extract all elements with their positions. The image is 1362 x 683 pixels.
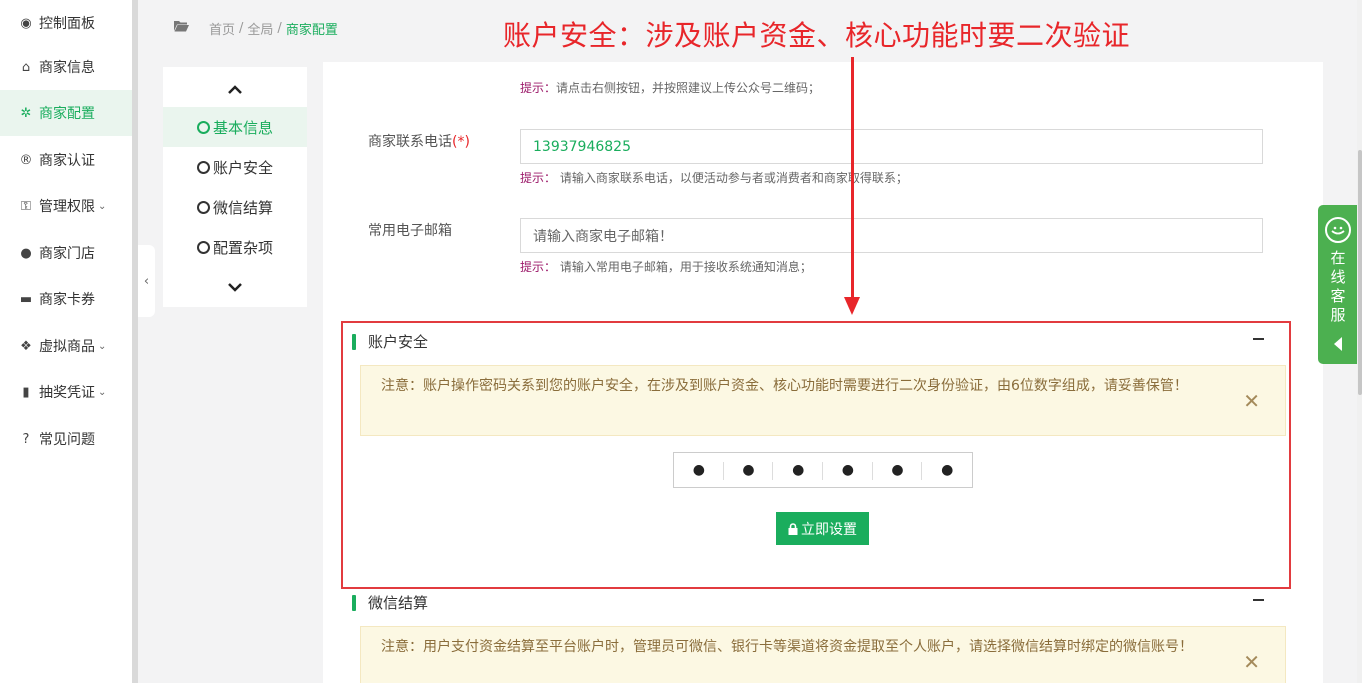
chevron-left-icon: ‹ xyxy=(143,273,150,289)
section-nav-item-misc-config[interactable]: 配置杂项 xyxy=(163,227,307,267)
home-icon: ⌂ xyxy=(21,59,31,75)
sidebar-item-label: 商家门店 xyxy=(39,246,95,262)
email-hint: 提示： 请输入常用电子邮箱，用于接收系统通知消息； xyxy=(520,258,812,275)
breadcrumb-separator: / xyxy=(239,20,244,36)
phone-label: 商家联系电话(*) xyxy=(368,131,470,151)
phone-label-text: 商家联系电话 xyxy=(368,134,452,150)
breadcrumb-global-link[interactable]: 全局 xyxy=(247,19,273,38)
section-nav-item-account-security[interactable]: 账户安全 xyxy=(163,147,307,187)
sidebar-item-label: 商家信息 xyxy=(39,60,95,76)
sidebar-divider xyxy=(132,0,138,683)
section-title-text: 微信结算 xyxy=(368,594,429,612)
sidebar-item-label: 商家认证 xyxy=(39,153,95,169)
email-input[interactable]: 请输入商家电子邮箱！ xyxy=(520,218,1263,253)
dropbox-icon: ❖ xyxy=(20,338,32,354)
sidebar: ◉ 控制面板 ⌂ 商家信息 ✲ 商家配置 ® 商家认证 ⚿ 管理权限 ⌄ ● 商家门店 ▬ 商家卡券 ❖ 虚拟商… xyxy=(0,0,132,683)
sidebar-item-label: 商家卡券 xyxy=(39,292,95,308)
scrollbar-thumb[interactable] xyxy=(1358,150,1362,395)
close-icon[interactable]: ✕ xyxy=(1243,651,1260,673)
sidebar-item-label: 抽奖凭证 xyxy=(39,385,95,401)
section-accent-bar xyxy=(352,594,356,611)
annotation-text: 账户安全：涉及账户资金、核心功能时要二次验证 xyxy=(503,19,1131,52)
sidebar-item-label: 商家配置 xyxy=(39,106,95,122)
email-label: 常用电子邮箱 xyxy=(368,223,452,239)
hint-label: 提示： xyxy=(520,260,557,274)
sidebar-item-3[interactable]: ® 商家认证 xyxy=(0,137,132,183)
section-nav-down-button[interactable] xyxy=(163,267,307,307)
caret-left-icon xyxy=(1334,337,1342,351)
breadcrumb: 首页 / 全局 / 商家配置 xyxy=(174,18,338,38)
dashboard-icon: ◉ xyxy=(20,15,32,31)
bookmark-icon: ▮ xyxy=(22,384,30,400)
sidebar-item-2[interactable]: ✲ 商家配置 xyxy=(0,90,132,136)
hint-text: 请输入商家联系电话，以便活动参与者或消费者和商家取得联系； xyxy=(559,171,908,185)
phone-input[interactable]: 13937946825 xyxy=(520,129,1263,164)
map-pin-icon: ● xyxy=(20,245,32,261)
registered-icon: ® xyxy=(19,152,33,168)
wechat-settlement-notice: 注意：用户支付资金结算至平台账户时，管理员可微信、银行卡等渠道将资金提取至个人账… xyxy=(360,626,1286,683)
circle-icon xyxy=(196,240,210,254)
section-nav-label: 基本信息 xyxy=(212,118,273,137)
smiley-icon xyxy=(1325,217,1351,243)
annotation-arrow-head xyxy=(844,297,860,315)
hint-text: 请输入常用电子邮箱，用于接收系统通知消息； xyxy=(559,260,812,274)
breadcrumb-current: 商家配置 xyxy=(285,22,338,38)
online-customer-service-button[interactable]: 在线客服 xyxy=(1318,205,1358,364)
chevron-down-icon: ⌄ xyxy=(98,200,107,212)
chevron-down-icon: ⌄ xyxy=(98,386,107,398)
section-nav-item-basic-info[interactable]: 基本信息 xyxy=(163,107,307,147)
sidebar-item-0[interactable]: ◉ 控制面板 xyxy=(0,0,132,46)
circle-icon xyxy=(196,160,210,174)
key-icon: ⚿ xyxy=(21,198,31,214)
hint-label: 提示： xyxy=(520,171,557,185)
sidebar-item-1[interactable]: ⌂ 商家信息 xyxy=(0,44,132,90)
qr-hint: 提示：请点击右侧按钮，并按照建议上传公众号二维码； xyxy=(520,79,820,96)
chevron-up-icon xyxy=(228,84,242,94)
hint-label: 提示： xyxy=(520,81,557,95)
hint-text: 请点击右侧按钮，并按照建议上传公众号二维码； xyxy=(556,81,821,95)
section-nav-up-button[interactable] xyxy=(163,69,307,109)
notice-text: 注意：用户支付资金结算至平台账户时，管理员可微信、银行卡等渠道将资金提取至个人账… xyxy=(381,639,1193,655)
chevron-down-icon: ⌄ xyxy=(98,340,107,352)
sidebar-collapse-button[interactable]: ‹ xyxy=(138,245,155,317)
section-nav-label: 账户安全 xyxy=(212,158,273,177)
circle-icon xyxy=(196,200,210,214)
annotation-highlight-box xyxy=(341,321,1291,589)
section-nav-label: 微信结算 xyxy=(212,198,273,217)
breadcrumb-separator: / xyxy=(277,20,282,36)
sidebar-item-label: 管理权限 xyxy=(39,199,95,215)
section-nav-item-wechat-settlement[interactable]: 微信结算 xyxy=(163,187,307,227)
circle-icon xyxy=(196,120,210,134)
sidebar-item-7[interactable]: ❖ 虚拟商品 ⌄ xyxy=(0,323,132,369)
credit-card-icon: ▬ xyxy=(19,291,33,307)
section-nav: 基本信息 账户安全 微信结算 配置杂项 xyxy=(163,67,307,307)
phone-hint: 提示： 请输入商家联系电话，以便活动参与者或消费者和商家取得联系； xyxy=(520,169,908,186)
breadcrumb-home-link[interactable]: 首页 xyxy=(209,19,235,38)
gears-icon: ✲ xyxy=(20,105,32,121)
sidebar-item-9[interactable]: ? 常见问题 xyxy=(0,416,132,462)
collapse-minus-icon[interactable] xyxy=(1253,599,1264,601)
section-nav-label: 配置杂项 xyxy=(212,238,273,257)
sidebar-item-label: 常见问题 xyxy=(39,432,95,448)
sidebar-item-8[interactable]: ▮ 抽奖凭证 ⌄ xyxy=(0,369,132,415)
customer-service-label: 在线客服 xyxy=(1330,249,1346,324)
sidebar-item-4[interactable]: ⚿ 管理权限 ⌄ xyxy=(0,183,132,229)
sidebar-item-label: 虚拟商品 xyxy=(39,339,95,355)
chevron-down-icon xyxy=(228,282,242,292)
sidebar-item-5[interactable]: ● 商家门店 xyxy=(0,230,132,276)
annotation-arrow xyxy=(851,57,854,303)
required-marker: (*) xyxy=(452,134,470,150)
wechat-settlement-title: 微信结算 xyxy=(352,592,428,613)
sidebar-item-label: 控制面板 xyxy=(39,16,95,32)
sidebar-item-6[interactable]: ▬ 商家卡券 xyxy=(0,276,132,322)
question-circle-icon: ? xyxy=(22,431,30,447)
folder-open-icon xyxy=(174,20,189,36)
